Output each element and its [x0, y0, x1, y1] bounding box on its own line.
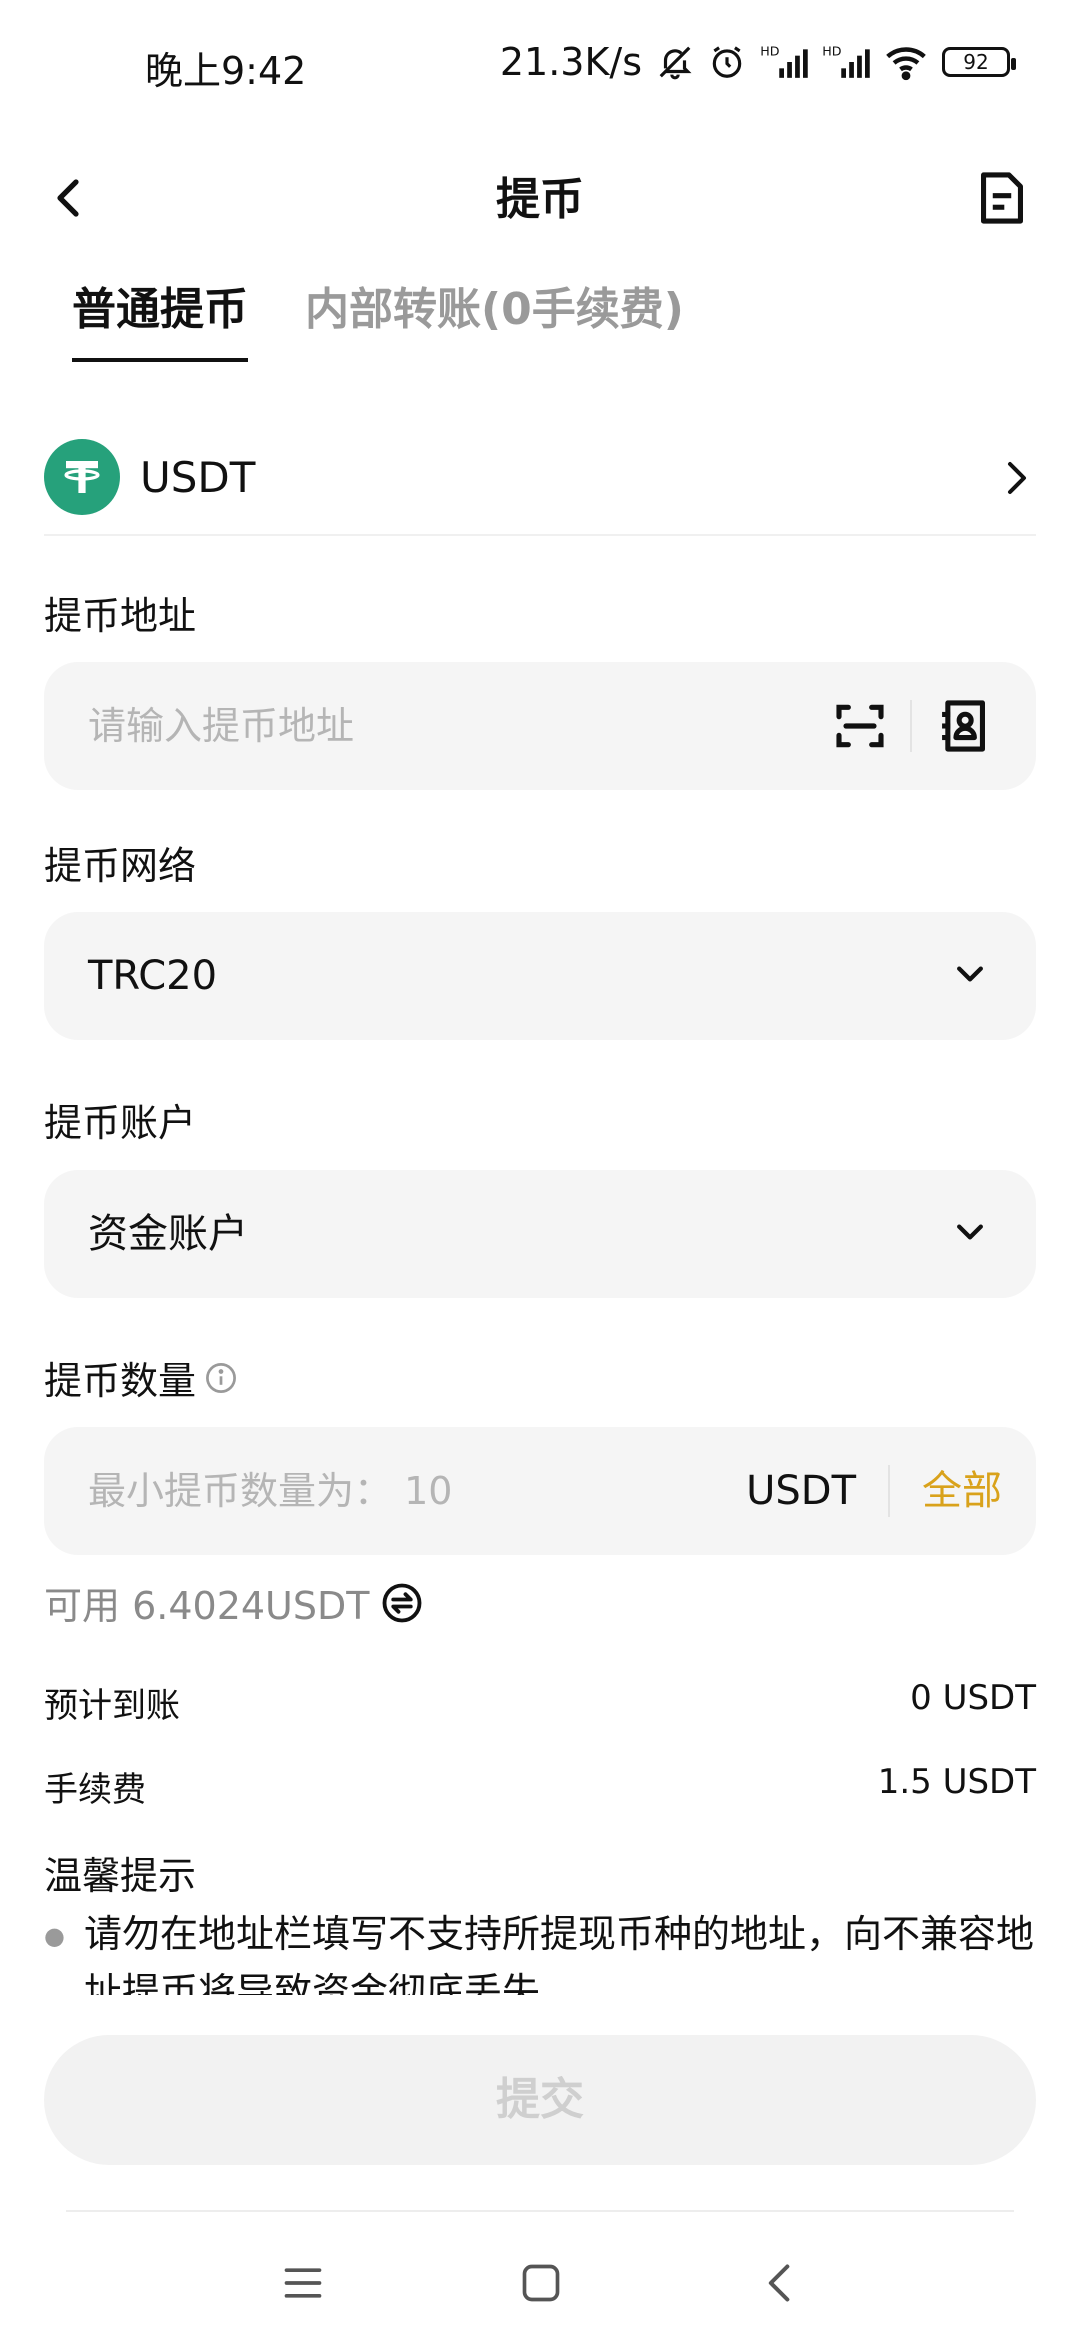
tab-normal-withdraw[interactable]: 普通提币 — [72, 270, 248, 370]
fee-value: 1.5 USDT — [877, 1762, 1036, 1802]
status-indicators: 21.3K/s HD HD 92 — [499, 40, 1016, 84]
address-label: 提币地址 — [44, 594, 197, 638]
record-list-icon — [974, 168, 1030, 232]
recent-apps-button[interactable] — [273, 2255, 333, 2315]
account-label: 提币账户 — [44, 1101, 197, 1145]
battery-icon: 92 — [942, 47, 1016, 77]
coin-name: USDT — [140, 452, 256, 502]
coin-selector[interactable]: USDT — [44, 420, 1036, 536]
withdraw-tabs: 普通提币 内部转账(0手续费) — [0, 270, 1080, 370]
system-nav-bar — [0, 2215, 1080, 2340]
usdt-logo-icon — [44, 439, 120, 515]
submit-button[interactable]: 提交 — [44, 2035, 1036, 2165]
address-book-icon[interactable] — [936, 696, 992, 760]
tab-label: 内部转账(0手续费) — [305, 284, 684, 335]
hd-signal-icon-2: HD — [822, 43, 870, 81]
expected-arrival-label: 预计到账 — [44, 1686, 180, 1726]
nav-bar: 提币 — [0, 125, 1080, 275]
amount-label: 提币数量 — [44, 1359, 197, 1403]
network-value: TRC20 — [88, 953, 218, 999]
fee-label: 手续费 — [44, 1770, 146, 1810]
amount-unit: USDT — [746, 1468, 856, 1514]
tab-active-indicator — [72, 358, 248, 362]
system-nav-divider — [66, 2210, 1014, 2212]
withdraw-record-button[interactable] — [930, 125, 1030, 275]
status-bar: 晚上9:42 21.3K/s HD HD 92 — [0, 0, 1080, 125]
account-value: 资金账户 — [88, 1211, 248, 1257]
chevron-down-icon — [952, 956, 988, 996]
tip-item: ● 请勿在地址栏填写不支持所提现币种的地址，向不兼容地址提币将导致资金彻底丢失。 — [44, 1905, 1036, 1995]
field-divider — [888, 1465, 890, 1517]
mute-icon — [656, 43, 694, 81]
tips-title: 温馨提示 — [44, 1854, 197, 1898]
system-back-button[interactable] — [750, 2255, 810, 2315]
network-speed: 21.3K/s — [499, 40, 642, 84]
available-balance-row: 可用 6.4024USDT — [44, 1575, 423, 1630]
network-label: 提币网络 — [44, 844, 197, 888]
bullet-icon: ● — [44, 1922, 65, 1950]
available-balance: 可用 6.4024USDT — [44, 1584, 370, 1628]
svg-text:HD: HD — [822, 44, 841, 59]
address-input[interactable]: 请输入提币地址 — [44, 662, 1036, 790]
expected-arrival-row: 预计到账 0 USDT — [44, 1678, 1036, 1727]
amount-label-row: 提币数量 — [44, 1350, 238, 1405]
wifi-icon — [884, 43, 928, 81]
scan-icon[interactable] — [832, 698, 888, 758]
status-time: 晚上9:42 — [145, 49, 307, 93]
tab-internal-transfer[interactable]: 内部转账(0手续费) — [305, 270, 684, 370]
field-divider — [910, 700, 912, 752]
svg-text:HD: HD — [760, 44, 779, 59]
tab-label: 普通提币 — [72, 284, 248, 335]
address-placeholder: 请输入提币地址 — [88, 704, 355, 748]
tip-text: 请勿在地址栏填写不支持所提现币种的地址，向不兼容地址提币将导致资金彻底丢失。 — [84, 1912, 1035, 1995]
amount-input[interactable]: 最小提币数量为： 10 USDT 全部 — [44, 1427, 1036, 1555]
chevron-down-icon — [952, 1214, 988, 1254]
info-icon[interactable] — [204, 1361, 238, 1395]
transfer-icon[interactable] — [381, 1582, 423, 1624]
amount-placeholder: 最小提币数量为： 10 — [88, 1469, 453, 1513]
all-amount-button[interactable]: 全部 — [922, 1427, 1002, 1555]
page-title: 提币 — [496, 174, 584, 225]
back-icon — [765, 2261, 795, 2309]
home-button[interactable] — [511, 2255, 571, 2315]
account-select[interactable]: 资金账户 — [44, 1170, 1036, 1298]
tips-list: ● 请勿在地址栏填写不支持所提现币种的地址，向不兼容地址提币将导致资金彻底丢失。 — [44, 1905, 1036, 1995]
hd-signal-icon: HD — [760, 43, 808, 81]
expected-arrival-value: 0 USDT — [910, 1678, 1036, 1718]
alarm-icon — [708, 43, 746, 81]
withdraw-page: 晚上9:42 21.3K/s HD HD 92 提币 普通提币 内部转账(0手续… — [0, 0, 1080, 2340]
network-select[interactable]: TRC20 — [44, 912, 1036, 1040]
chevron-right-icon — [1004, 458, 1028, 502]
fee-row: 手续费 1.5 USDT — [44, 1762, 1036, 1811]
home-icon — [519, 2261, 563, 2309]
menu-icon — [281, 2263, 325, 2307]
